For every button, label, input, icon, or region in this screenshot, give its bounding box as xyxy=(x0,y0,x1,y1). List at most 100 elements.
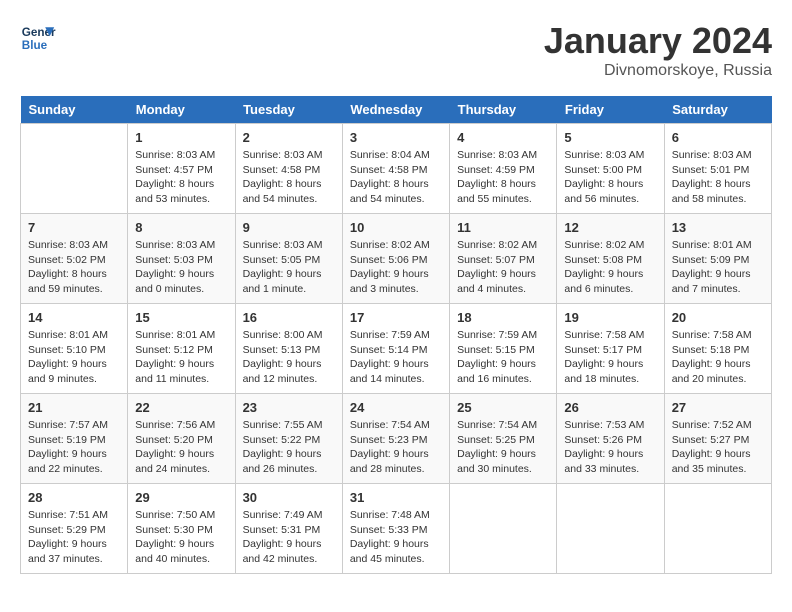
day-number: 27 xyxy=(672,400,764,415)
day-cell-27: 27Sunrise: 7:52 AMSunset: 5:27 PMDayligh… xyxy=(664,394,771,484)
day-number: 23 xyxy=(243,400,335,415)
day-number: 22 xyxy=(135,400,227,415)
day-info: Sunrise: 8:03 AMSunset: 5:03 PMDaylight:… xyxy=(135,238,227,297)
page-header: General Blue January 2024 Divnomorskoye,… xyxy=(20,20,772,80)
day-cell-24: 24 Sunrise: 7:54 AMSunset: 5:23 PMDayligh… xyxy=(342,394,449,484)
day-number: 3 xyxy=(350,130,442,145)
day-info: Sunrise: 8:02 AMSunset: 5:07 PMDaylight:… xyxy=(457,238,549,297)
day-cell-4: 4 Sunrise: 8:03 AMSunset: 4:59 PMDaylight… xyxy=(450,124,557,214)
day-info: Sunrise: 7:59 AMSunset: 5:15 PMDaylight:… xyxy=(457,328,549,387)
day-cell-15: 15 Sunrise: 8:01 AMSunset: 5:12 PMDayligh… xyxy=(128,304,235,394)
day-cell-14: 14 Sunrise: 8:01 AMSunset: 5:10 PMDayligh… xyxy=(21,304,128,394)
day-number: 18 xyxy=(457,310,549,325)
day-cell-22: 22 Sunrise: 7:56 AMSunset: 5:20 PMDayligh… xyxy=(128,394,235,484)
day-cell-10: 10Sunrise: 8:02 AMSunset: 5:06 PMDayligh… xyxy=(342,214,449,304)
day-cell-11: 11Sunrise: 8:02 AMSunset: 5:07 PMDayligh… xyxy=(450,214,557,304)
day-info: Sunrise: 7:48 AMSunset: 5:33 PMDaylight:… xyxy=(350,508,442,567)
day-cell-9: 9Sunrise: 8:03 AMSunset: 5:05 PMDaylight… xyxy=(235,214,342,304)
day-number: 6 xyxy=(672,130,764,145)
title-block: January 2024 Divnomorskoye, Russia xyxy=(544,20,772,80)
day-number: 4 xyxy=(457,130,549,145)
day-number: 16 xyxy=(243,310,335,325)
day-number: 19 xyxy=(564,310,656,325)
day-number: 28 xyxy=(28,490,120,505)
weekday-header-sunday: Sunday xyxy=(21,96,128,124)
week-row-1: 1Sunrise: 8:03 AMSunset: 4:57 PMDaylight… xyxy=(21,124,772,214)
day-cell-29: 29Sunrise: 7:50 AMSunset: 5:30 PMDayligh… xyxy=(128,484,235,574)
day-cell-31: 31 Sunrise: 7:48 AMSunset: 5:33 PMDayligh… xyxy=(342,484,449,574)
day-number: 17 xyxy=(350,310,442,325)
day-cell-17: 17Sunrise: 7:59 AMSunset: 5:14 PMDayligh… xyxy=(342,304,449,394)
day-number: 31 xyxy=(350,490,442,505)
day-cell-23: 23 Sunrise: 7:55 AMSunset: 5:22 PMDayligh… xyxy=(235,394,342,484)
empty-cell xyxy=(664,484,771,574)
weekday-header-thursday: Thursday xyxy=(450,96,557,124)
logo-icon: General Blue xyxy=(20,20,56,56)
day-info: Sunrise: 7:58 AMSunset: 5:18 PMDaylight:… xyxy=(672,328,764,387)
day-info: Sunrise: 7:49 AMSunset: 5:31 PMDaylight:… xyxy=(243,508,335,567)
day-cell-19: 19 Sunrise: 7:58 AMSunset: 5:17 PMDayligh… xyxy=(557,304,664,394)
day-cell-26: 26 Sunrise: 7:53 AMSunset: 5:26 PMDayligh… xyxy=(557,394,664,484)
day-number: 1 xyxy=(135,130,227,145)
day-cell-21: 21Sunrise: 7:57 AMSunset: 5:19 PMDayligh… xyxy=(21,394,128,484)
day-cell-5: 5 Sunrise: 8:03 AMSunset: 5:00 PMDaylight… xyxy=(557,124,664,214)
day-info: Sunrise: 8:03 AMSunset: 5:02 PMDaylight:… xyxy=(28,238,120,297)
day-number: 2 xyxy=(243,130,335,145)
day-info: Sunrise: 8:01 AMSunset: 5:10 PMDaylight:… xyxy=(28,328,120,387)
day-cell-3: 3 Sunrise: 8:04 AMSunset: 4:58 PMDaylight… xyxy=(342,124,449,214)
empty-cell xyxy=(450,484,557,574)
day-number: 13 xyxy=(672,220,764,235)
day-cell-30: 30 Sunrise: 7:49 AMSunset: 5:31 PMDayligh… xyxy=(235,484,342,574)
day-info: Sunrise: 7:54 AMSunset: 5:23 PMDaylight:… xyxy=(350,418,442,477)
day-cell-1: 1Sunrise: 8:03 AMSunset: 4:57 PMDaylight… xyxy=(128,124,235,214)
day-number: 26 xyxy=(564,400,656,415)
day-info: Sunrise: 8:03 AMSunset: 5:01 PMDaylight:… xyxy=(672,148,764,207)
svg-text:Blue: Blue xyxy=(22,39,48,52)
day-cell-20: 20Sunrise: 7:58 AMSunset: 5:18 PMDayligh… xyxy=(664,304,771,394)
day-cell-25: 25 Sunrise: 7:54 AMSunset: 5:25 PMDayligh… xyxy=(450,394,557,484)
day-cell-16: 16 Sunrise: 8:00 AMSunset: 5:13 PMDayligh… xyxy=(235,304,342,394)
day-number: 14 xyxy=(28,310,120,325)
day-cell-28: 28 Sunrise: 7:51 AMSunset: 5:29 PMDayligh… xyxy=(21,484,128,574)
day-number: 29 xyxy=(135,490,227,505)
day-cell-8: 8 Sunrise: 8:03 AMSunset: 5:03 PMDaylight… xyxy=(128,214,235,304)
calendar-table: SundayMondayTuesdayWednesdayThursdayFrid… xyxy=(20,96,772,574)
week-row-4: 21Sunrise: 7:57 AMSunset: 5:19 PMDayligh… xyxy=(21,394,772,484)
day-info: Sunrise: 7:54 AMSunset: 5:25 PMDaylight:… xyxy=(457,418,549,477)
empty-cell xyxy=(21,124,128,214)
day-info: Sunrise: 8:02 AMSunset: 5:06 PMDaylight:… xyxy=(350,238,442,297)
day-info: Sunrise: 8:03 AMSunset: 5:00 PMDaylight:… xyxy=(564,148,656,207)
day-number: 7 xyxy=(28,220,120,235)
day-info: Sunrise: 7:56 AMSunset: 5:20 PMDaylight:… xyxy=(135,418,227,477)
day-cell-2: 2 Sunrise: 8:03 AMSunset: 4:58 PMDaylight… xyxy=(235,124,342,214)
day-info: Sunrise: 7:57 AMSunset: 5:19 PMDaylight:… xyxy=(28,418,120,477)
day-info: Sunrise: 7:51 AMSunset: 5:29 PMDaylight:… xyxy=(28,508,120,567)
day-info: Sunrise: 7:55 AMSunset: 5:22 PMDaylight:… xyxy=(243,418,335,477)
day-number: 25 xyxy=(457,400,549,415)
day-number: 8 xyxy=(135,220,227,235)
day-info: Sunrise: 8:02 AMSunset: 5:08 PMDaylight:… xyxy=(564,238,656,297)
day-info: Sunrise: 8:04 AMSunset: 4:58 PMDaylight:… xyxy=(350,148,442,207)
week-row-5: 28 Sunrise: 7:51 AMSunset: 5:29 PMDayligh… xyxy=(21,484,772,574)
day-info: Sunrise: 7:53 AMSunset: 5:26 PMDaylight:… xyxy=(564,418,656,477)
logo: General Blue xyxy=(20,20,56,56)
day-number: 5 xyxy=(564,130,656,145)
day-number: 24 xyxy=(350,400,442,415)
day-info: Sunrise: 8:03 AMSunset: 4:59 PMDaylight:… xyxy=(457,148,549,207)
day-info: Sunrise: 7:58 AMSunset: 5:17 PMDaylight:… xyxy=(564,328,656,387)
day-info: Sunrise: 8:03 AMSunset: 4:58 PMDaylight:… xyxy=(243,148,335,207)
day-cell-6: 6 Sunrise: 8:03 AMSunset: 5:01 PMDaylight… xyxy=(664,124,771,214)
day-info: Sunrise: 8:03 AMSunset: 5:05 PMDaylight:… xyxy=(243,238,335,297)
month-title: January 2024 xyxy=(544,20,772,62)
day-number: 15 xyxy=(135,310,227,325)
day-info: Sunrise: 8:01 AMSunset: 5:09 PMDaylight:… xyxy=(672,238,764,297)
calendar-body: 1Sunrise: 8:03 AMSunset: 4:57 PMDaylight… xyxy=(21,124,772,574)
day-number: 30 xyxy=(243,490,335,505)
weekday-header-monday: Monday xyxy=(128,96,235,124)
week-row-3: 14 Sunrise: 8:01 AMSunset: 5:10 PMDayligh… xyxy=(21,304,772,394)
day-number: 12 xyxy=(564,220,656,235)
weekday-header-row: SundayMondayTuesdayWednesdayThursdayFrid… xyxy=(21,96,772,124)
weekday-header-friday: Friday xyxy=(557,96,664,124)
day-info: Sunrise: 8:01 AMSunset: 5:12 PMDaylight:… xyxy=(135,328,227,387)
day-info: Sunrise: 8:00 AMSunset: 5:13 PMDaylight:… xyxy=(243,328,335,387)
